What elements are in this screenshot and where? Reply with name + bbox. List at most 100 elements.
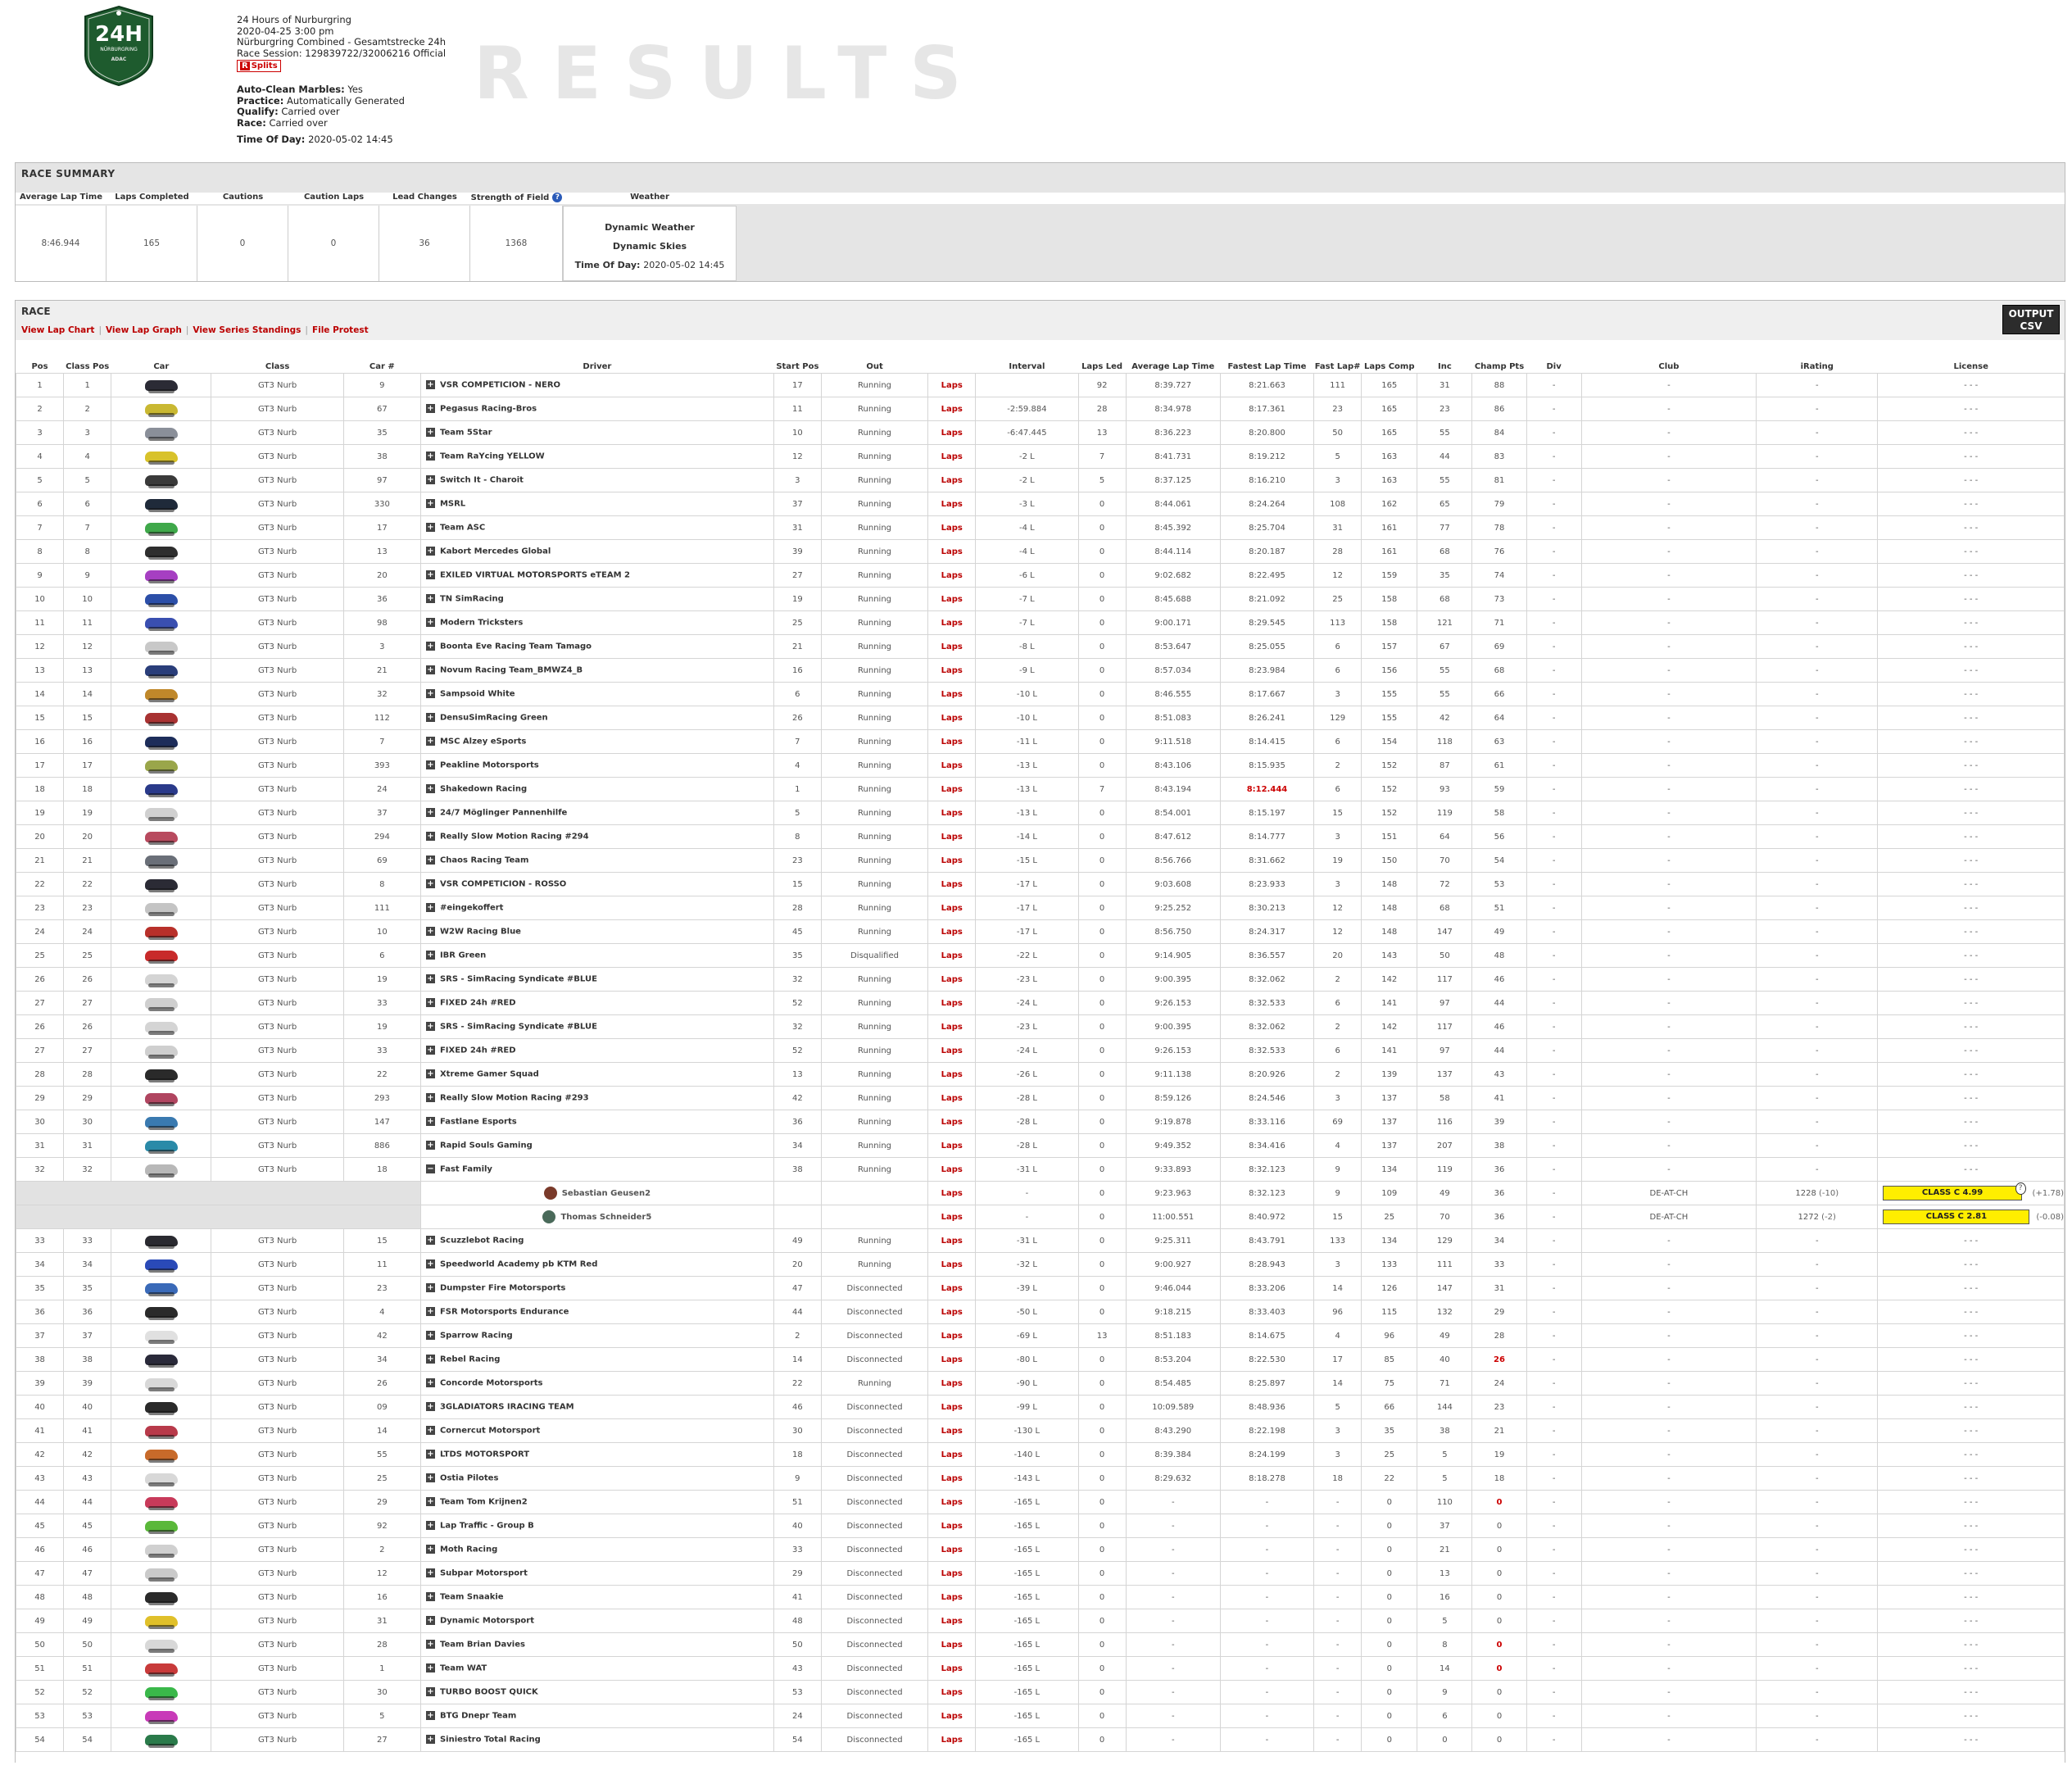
expand-icon[interactable]: + (425, 713, 435, 723)
laps-link[interactable]: Laps (927, 1585, 977, 1609)
laps-link[interactable]: Laps (927, 1157, 977, 1182)
expand-icon[interactable]: + (425, 927, 435, 937)
expand-icon[interactable]: + (425, 1711, 435, 1721)
laps-link[interactable]: Laps (927, 1181, 977, 1205)
expand-icon[interactable]: + (425, 499, 435, 509)
expand-icon[interactable]: + (425, 1521, 435, 1531)
laps-link[interactable]: Laps (927, 1228, 977, 1253)
laps-link[interactable]: Laps (927, 397, 977, 421)
laps-link[interactable]: Laps (927, 1038, 977, 1063)
file-protest-link[interactable]: File Protest (312, 325, 369, 335)
laps-link[interactable]: Laps (927, 1062, 977, 1087)
team-name-link[interactable]: MSRL (440, 500, 465, 509)
team-name-link[interactable]: 3GLADIATORS IRACING TEAM (440, 1403, 574, 1412)
driver-name-link[interactable]: Sebastian Geusen2 (562, 1189, 651, 1198)
laps-link[interactable]: Laps (927, 1727, 977, 1752)
team-name-link[interactable]: 24/7 Möglinger Pannenhilfe (440, 809, 567, 818)
laps-link[interactable]: Laps (927, 1514, 977, 1538)
expand-icon[interactable]: + (425, 1473, 435, 1483)
team-name-link[interactable]: Team Snaakie (440, 1593, 504, 1602)
team-name-link[interactable]: Team Tom Krijnen2 (440, 1498, 528, 1507)
expand-icon[interactable]: + (425, 1687, 435, 1697)
laps-link[interactable]: Laps (927, 1490, 977, 1514)
expand-icon[interactable]: + (425, 1592, 435, 1602)
team-name-link[interactable]: Really Slow Motion Racing #294 (440, 833, 589, 842)
laps-link[interactable]: Laps (927, 967, 977, 992)
laps-link[interactable]: Laps (927, 1656, 977, 1681)
laps-link[interactable]: Laps (927, 706, 977, 730)
view-lap-graph-link[interactable]: View Lap Graph (106, 325, 182, 335)
team-name-link[interactable]: Speedworld Academy pb KTM Red (440, 1260, 597, 1269)
laps-link[interactable]: Laps (927, 919, 977, 944)
laps-link[interactable]: Laps (927, 539, 977, 564)
team-name-link[interactable]: TURBO BOOST QUICK (440, 1688, 538, 1697)
expand-icon[interactable]: + (425, 665, 435, 675)
team-name-link[interactable]: Lap Traffic - Group B (440, 1522, 534, 1531)
driver-name-link[interactable]: Thomas Schneider5 (560, 1213, 651, 1222)
expand-icon[interactable]: + (425, 1093, 435, 1103)
expand-icon[interactable]: + (425, 784, 435, 794)
team-name-link[interactable]: Ostia Pilotes (440, 1474, 498, 1483)
laps-link[interactable]: Laps (927, 1205, 977, 1229)
expand-icon[interactable]: + (425, 1663, 435, 1673)
laps-link[interactable]: Laps (927, 1632, 977, 1657)
team-name-link[interactable]: Fastlane Esports (440, 1118, 517, 1127)
team-name-link[interactable]: Modern Tricksters (440, 619, 523, 628)
expand-icon[interactable]: + (425, 760, 435, 770)
team-name-link[interactable]: FIXED 24h #RED (440, 999, 516, 1008)
laps-link[interactable]: Laps (927, 563, 977, 588)
team-name-link[interactable]: FSR Motorsports Endurance (440, 1308, 569, 1317)
team-name-link[interactable]: Fast Family (440, 1165, 492, 1174)
laps-link[interactable]: Laps (927, 848, 977, 873)
laps-link[interactable]: Laps (927, 729, 977, 754)
laps-link[interactable]: Laps (927, 1466, 977, 1491)
team-name-link[interactable]: Team ASC (440, 524, 485, 533)
laps-link[interactable]: Laps (927, 515, 977, 540)
team-name-link[interactable]: Dynamic Motorsport (440, 1617, 534, 1626)
laps-link[interactable]: Laps (927, 1276, 977, 1300)
laps-link[interactable]: Laps (927, 1609, 977, 1633)
expand-icon[interactable]: + (425, 380, 435, 390)
expand-icon[interactable]: + (425, 1283, 435, 1293)
team-name-link[interactable]: DensuSimRacing Green (440, 714, 548, 723)
team-name-link[interactable]: VSR COMPETICION - NERO (440, 381, 560, 390)
expand-icon[interactable]: + (425, 547, 435, 556)
laps-link[interactable]: Laps (927, 658, 977, 683)
expand-icon[interactable]: + (425, 1735, 435, 1745)
team-name-link[interactable]: Team 5Star (440, 429, 492, 438)
help-icon[interactable]: ? (2015, 1182, 2026, 1195)
team-name-link[interactable]: Rapid Souls Gaming (440, 1141, 533, 1150)
team-name-link[interactable]: EXILED VIRTUAL MOTORSPORTS eTEAM 2 (440, 571, 630, 580)
laps-link[interactable]: Laps (927, 1110, 977, 1134)
laps-link[interactable]: Laps (927, 1680, 977, 1704)
view-series-standings-link[interactable]: View Series Standings (193, 325, 301, 335)
splits-button[interactable]: R Splits (237, 60, 281, 73)
laps-link[interactable]: Laps (927, 1561, 977, 1586)
team-name-link[interactable]: BTG Dnepr Team (440, 1712, 516, 1721)
expand-icon[interactable]: + (425, 832, 435, 842)
expand-icon[interactable]: + (425, 1568, 435, 1578)
team-name-link[interactable]: IBR Green (440, 951, 486, 960)
team-name-link[interactable]: Chaos Racing Team (440, 856, 529, 865)
laps-link[interactable]: Laps (927, 587, 977, 611)
team-name-link[interactable]: Switch It - Charoit (440, 476, 524, 485)
expand-icon[interactable]: + (425, 1497, 435, 1507)
team-name-link[interactable]: Concorde Motorsports (440, 1379, 543, 1388)
expand-icon[interactable]: + (425, 428, 435, 438)
laps-link[interactable]: Laps (927, 943, 977, 968)
team-name-link[interactable]: Subpar Motorsport (440, 1569, 528, 1578)
expand-icon[interactable]: + (425, 689, 435, 699)
laps-link[interactable]: Laps (927, 634, 977, 659)
team-name-link[interactable]: W2W Racing Blue (440, 928, 521, 937)
laps-link[interactable]: Laps (927, 1252, 977, 1277)
expand-icon[interactable]: + (425, 1046, 435, 1055)
expand-icon[interactable]: + (425, 1331, 435, 1341)
laps-link[interactable]: Laps (927, 777, 977, 801)
laps-link[interactable]: Laps (927, 1086, 977, 1110)
expand-icon[interactable]: + (425, 452, 435, 461)
laps-link[interactable]: Laps (927, 872, 977, 896)
expand-icon[interactable]: + (425, 1640, 435, 1650)
expand-icon[interactable]: + (425, 1069, 435, 1079)
team-name-link[interactable]: Team Brian Davies (440, 1641, 525, 1650)
laps-link[interactable]: Laps (927, 682, 977, 706)
